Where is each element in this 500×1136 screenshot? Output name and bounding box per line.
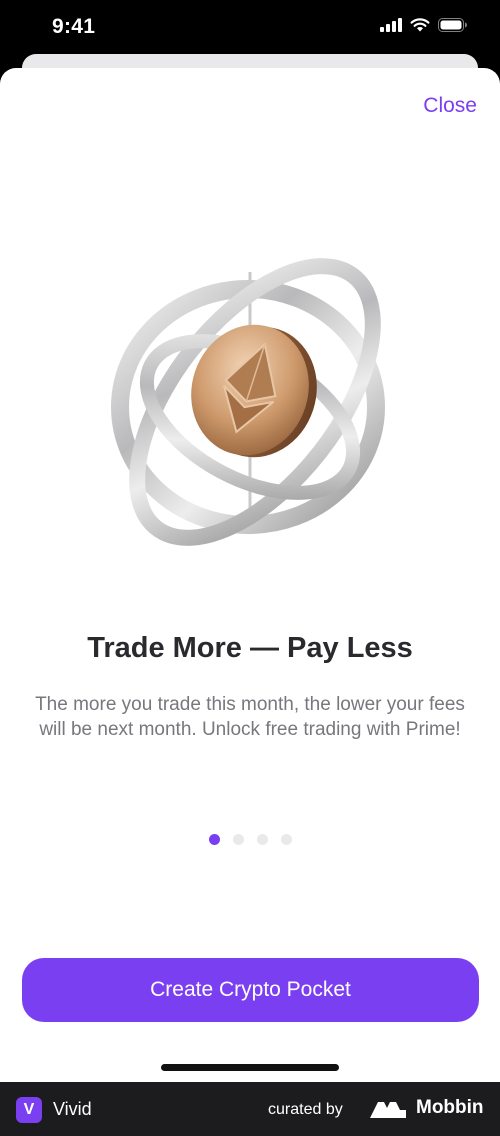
ethereum-coin-illustration (111, 258, 385, 546)
page-dot[interactable] (256, 834, 268, 845)
curated-by-label: curated by (268, 1101, 343, 1118)
app-name: Vivid (53, 1099, 92, 1119)
page-dot-active[interactable] (208, 834, 220, 845)
page-indicator (0, 834, 500, 845)
page-dot[interactable] (232, 834, 244, 845)
wifi-icon (410, 18, 430, 32)
status-icons (380, 18, 468, 32)
cellular-signal-icon (380, 18, 402, 32)
create-crypto-pocket-button[interactable]: Create Crypto Pocket (22, 958, 479, 1022)
onboarding-description: The more you trade this month, the lower… (35, 694, 465, 740)
status-time: 9:41 (52, 15, 96, 38)
vivid-logo-icon: V (16, 1097, 42, 1123)
home-indicator (161, 1064, 339, 1071)
status-bar: 9:41 (0, 0, 500, 56)
battery-icon (438, 18, 467, 32)
mobbin-brand: Mobbin (416, 1097, 484, 1118)
page-dot[interactable] (280, 834, 292, 845)
mobbin-logo-icon (370, 1102, 406, 1118)
onboarding-title: Trade More — Pay Less (87, 632, 413, 664)
close-button[interactable]: Close (423, 94, 477, 118)
attribution-footer: V Vivid curated by Mobbin (0, 1082, 500, 1136)
